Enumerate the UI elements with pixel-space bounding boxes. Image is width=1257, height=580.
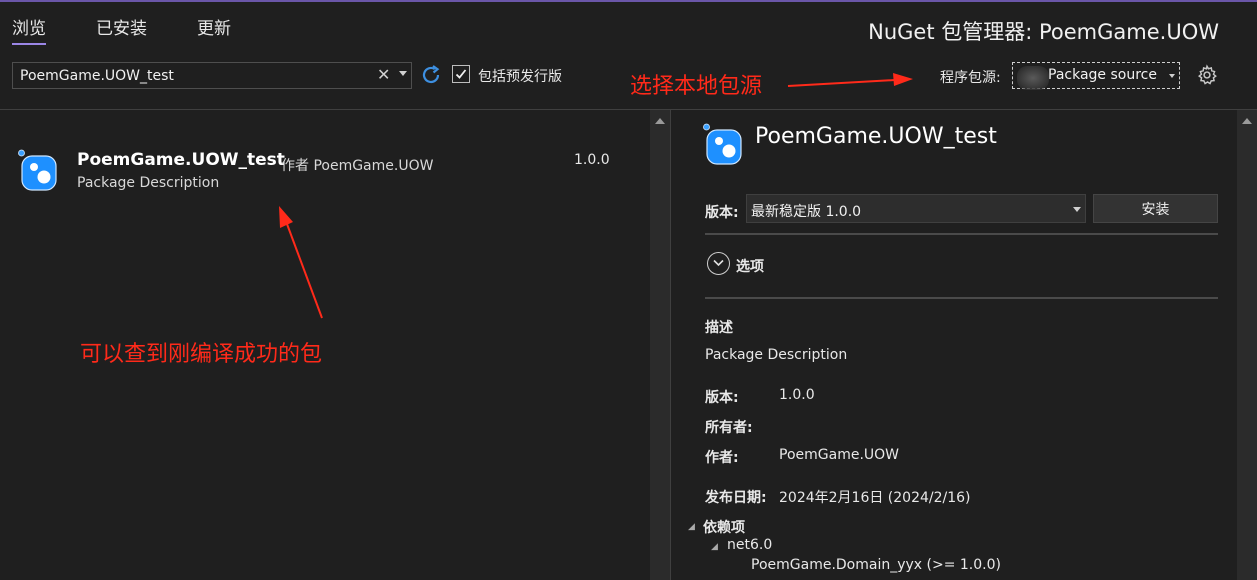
- dependency-framework[interactable]: net6.0: [727, 537, 772, 553]
- description-label: 描述: [705, 320, 733, 336]
- chevron-down-icon: [1073, 207, 1081, 212]
- publish-date-value: 2024年2月16日 (2024/2/16): [779, 490, 971, 506]
- publish-date-label: 发布日期:: [705, 490, 767, 506]
- authors-label: 作者:: [705, 450, 739, 466]
- dependency-item: PoemGame.Domain_yyx (>= 1.0.0): [751, 557, 1001, 573]
- tree-expand-icon[interactable]: ◢: [711, 542, 718, 552]
- tree-expand-icon[interactable]: ◢: [688, 522, 695, 532]
- chevron-down-icon: [713, 259, 724, 267]
- authors-value: PoemGame.UOW: [779, 447, 899, 463]
- version-select-label: 版本:: [705, 205, 739, 221]
- description-value: Package Description: [705, 347, 848, 363]
- package-list-scrollbar[interactable]: [650, 110, 670, 580]
- install-button[interactable]: 安装: [1093, 194, 1218, 223]
- version-select[interactable]: 最新稳定版 1.0.0: [746, 194, 1086, 223]
- package-detail-panel: PoemGame.UOW_test 版本: 最新稳定版 1.0.0 安装 选项 …: [675, 110, 1237, 580]
- divider: [705, 233, 1218, 235]
- scroll-up-arrow[interactable]: [1242, 118, 1252, 124]
- options-expander[interactable]: [707, 252, 730, 275]
- arrow-to-package: [279, 206, 323, 319]
- dependencies-label[interactable]: 依赖项: [703, 517, 745, 537]
- package-icon: [703, 123, 742, 165]
- version-info-value: 1.0.0: [779, 387, 815, 403]
- owners-label: 所有者:: [705, 420, 753, 436]
- divider: [705, 297, 1218, 299]
- options-label: 选项: [736, 259, 764, 275]
- scroll-up-arrow[interactable]: [655, 118, 665, 124]
- arrow-to-source: [787, 73, 913, 87]
- detail-scrollbar[interactable]: [1237, 110, 1257, 580]
- detail-title: PoemGame.UOW_test: [755, 124, 997, 149]
- version-info-label: 版本:: [705, 390, 739, 406]
- version-select-value: 最新稳定版 1.0.0: [751, 204, 862, 220]
